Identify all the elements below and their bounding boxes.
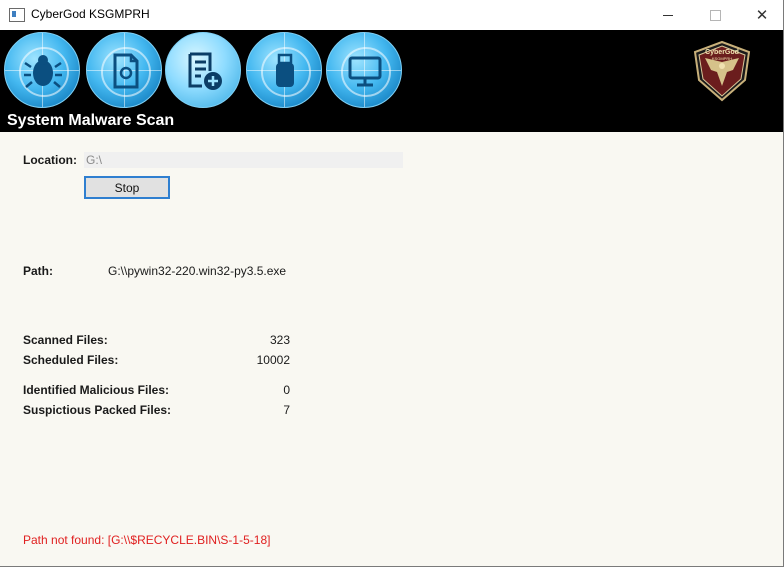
packed-files-label: Suspictious Packed Files:: [23, 403, 172, 417]
title-bar[interactable]: CyberGod KSGMPRH ✕: [0, 0, 783, 30]
page-title: System Malware Scan: [7, 112, 175, 129]
file-scan-tool-button[interactable]: [86, 32, 162, 108]
usb-scan-tool-button[interactable]: [246, 32, 322, 108]
maximize-icon: [709, 9, 721, 21]
computer-monitor-icon: [348, 56, 382, 87]
stop-button[interactable]: Stop: [84, 176, 170, 199]
error-message: Path not found: [G:\\$RECYCLE.BIN\S-1-5-…: [23, 533, 271, 547]
minimize-button[interactable]: [645, 0, 691, 30]
header-banner: System Malware Scan CyberGod KSGMPRH: [0, 30, 783, 132]
logo-title: CyberGod: [705, 49, 739, 56]
malicious-files-label: Identified Malicious Files:: [23, 383, 170, 397]
path-label: Path:: [23, 264, 53, 278]
add-document-icon: [188, 52, 222, 90]
usb-drive-icon: [276, 53, 294, 87]
close-icon: ✕: [755, 7, 769, 24]
malicious-files-value: 0: [283, 383, 290, 397]
malware-scan-tool-button[interactable]: [4, 32, 80, 108]
malware-bug-icon: [24, 55, 62, 88]
minimize-icon: [663, 14, 673, 16]
system-scan-tool-button[interactable]: [326, 32, 402, 108]
scan-panel: Location: Stop Path: G:\\pywin32-220.win…: [0, 132, 783, 566]
app-icon: [9, 8, 25, 22]
scanned-files-label: Scanned Files:: [23, 333, 108, 347]
eagle-emblem-icon: CyberGod KSGMPRH: [693, 40, 751, 102]
path-value: G:\\pywin32-220.win32-py3.5.exe: [108, 264, 287, 278]
maximize-button[interactable]: [692, 0, 738, 30]
logo-subtitle: KSGMPRH: [712, 56, 732, 61]
window-title: CyberGod KSGMPRH: [31, 7, 150, 21]
scheduled-files-value: 10002: [256, 353, 290, 367]
location-input[interactable]: [84, 152, 403, 168]
folder-scan-tool-button[interactable]: [165, 32, 241, 108]
file-scan-icon: [113, 53, 139, 89]
packed-files-value: 7: [283, 403, 290, 417]
close-button[interactable]: ✕: [739, 0, 784, 30]
scheduled-files-label: Scheduled Files:: [23, 353, 119, 367]
app-window: CyberGod KSGMPRH ✕ System Malware Scan C…: [0, 0, 784, 567]
scanned-files-value: 323: [269, 333, 290, 347]
location-label: Location:: [23, 153, 77, 167]
